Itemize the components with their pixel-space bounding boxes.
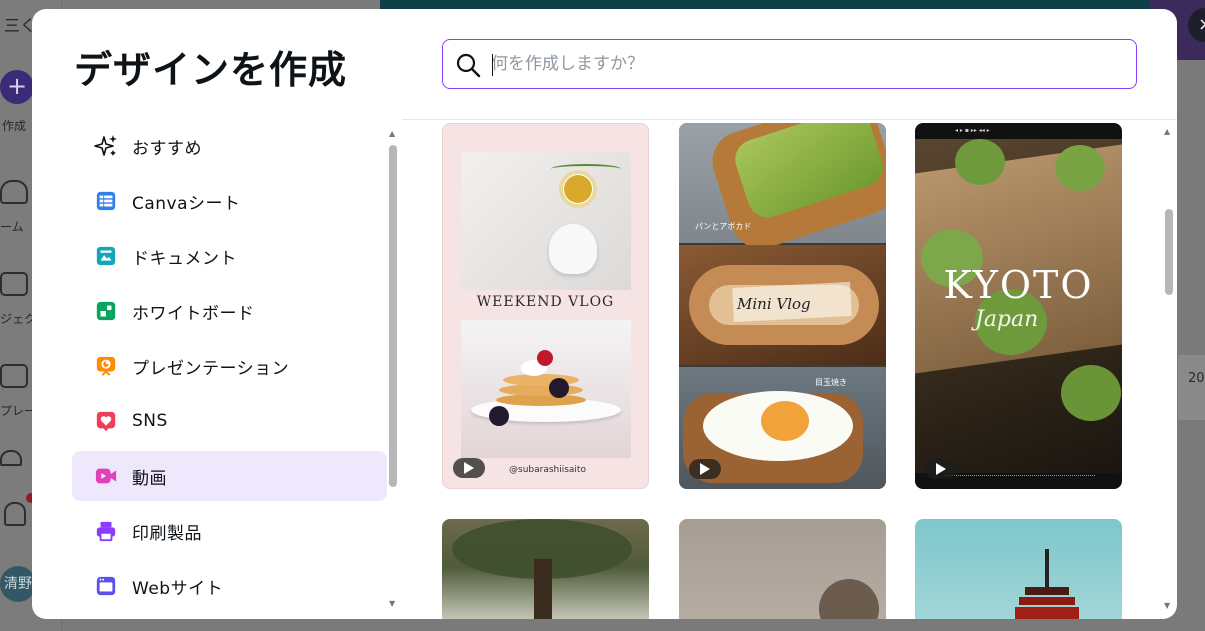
sidebar-item-website[interactable]: Webサイト	[72, 561, 387, 611]
play-icon	[453, 458, 485, 478]
template-icon[interactable]	[0, 364, 28, 388]
print-icon	[94, 519, 118, 543]
sidebar-item-canva-sheets[interactable]: Canvaシート	[72, 176, 387, 226]
sidebar-item-label: ホワイトボード	[132, 303, 255, 324]
home-icon[interactable]	[0, 180, 28, 204]
play-icon	[689, 459, 721, 479]
sidebar-item-label: ドキュメント	[132, 248, 237, 269]
brand-icon[interactable]	[0, 450, 22, 466]
folder-icon[interactable]	[0, 272, 28, 296]
sidebar-item-presentation[interactable]: プレゼンテーション	[72, 341, 387, 391]
background-right-panel: 20	[1178, 355, 1205, 420]
template-image-bread: Mini Vlog	[679, 245, 886, 365]
document-icon	[94, 244, 118, 268]
template-handle: @subarashiisaito	[509, 465, 586, 475]
sidebar-item-print[interactable]: 印刷製品	[72, 506, 387, 556]
create-plus-icon[interactable]: +	[0, 70, 34, 104]
video-icon	[94, 464, 118, 488]
search-input[interactable]	[491, 49, 1111, 79]
create-design-modal: デザインを作成 おすすめ	[32, 9, 1177, 619]
whiteboard-icon	[94, 299, 118, 323]
template-card-pagoda[interactable]	[915, 519, 1122, 619]
text-caret	[492, 54, 493, 76]
website-icon	[94, 574, 118, 598]
sidebar-item-label: おすすめ	[132, 138, 202, 159]
template-title: Mini Vlog	[737, 295, 811, 313]
template-grid: WEEKEND VLOG @subarashiisaito パンとアボカド Mi…	[402, 120, 1162, 619]
template-card-mini-vlog[interactable]: パンとアボカド Mini Vlog 目玉焼き	[679, 123, 886, 489]
sheet-icon	[94, 189, 118, 213]
template-player-bar: ◂ ▸ ▪ ▸▸ ◂◂ ▸	[955, 127, 990, 134]
sidebar-item-sns[interactable]: SNS	[72, 396, 387, 446]
sidebar-item-label: Canvaシート	[132, 193, 241, 214]
play-icon	[925, 459, 957, 479]
sidebar-item-docs[interactable]: ドキュメント	[72, 231, 387, 281]
sparkles-icon	[94, 134, 118, 158]
rail-label-templates: プレー	[0, 404, 37, 418]
sidebar-scroll-up-arrow[interactable]: ▲	[389, 129, 399, 139]
template-card-tree[interactable]	[442, 519, 649, 619]
rail-label-projects: ジェク	[0, 312, 37, 326]
category-sidebar: おすすめ Canvaシート ドキュメント ホワイトボード プレゼンテーション S…	[72, 119, 387, 619]
modal-title: デザインを作成	[74, 48, 348, 92]
template-image-avocado-toast: パンとアボカド	[679, 123, 886, 257]
search-box[interactable]	[442, 39, 1137, 89]
template-card-neutral[interactable]	[679, 519, 886, 619]
rail-label-home: ーム	[0, 220, 24, 234]
template-footer	[945, 475, 1095, 479]
bell-icon[interactable]	[4, 502, 26, 526]
sidebar-item-recommended[interactable]: おすすめ	[72, 121, 387, 171]
template-caption: 目玉焼き	[815, 378, 847, 387]
template-subtitle: Japan	[975, 307, 1039, 332]
template-title: KYOTO	[943, 263, 1094, 307]
template-title: WEEKEND VLOG	[476, 294, 615, 310]
rail-label-create: 作成	[2, 119, 27, 133]
grid-scroll-down-arrow[interactable]: ▼	[1164, 601, 1170, 610]
sidebar-item-label: プレゼンテーション	[132, 358, 290, 379]
search-icon	[456, 53, 481, 78]
presentation-icon	[94, 354, 118, 378]
template-card-kyoto[interactable]: ◂ ▸ ▪ ▸▸ ◂◂ ▸ KYOTO Japan	[915, 123, 1122, 489]
sidebar-item-label: 印刷製品	[132, 523, 202, 544]
sidebar-item-whiteboard[interactable]: ホワイトボード	[72, 286, 387, 336]
template-card-weekend-vlog[interactable]: WEEKEND VLOG @subarashiisaito	[442, 123, 649, 489]
heart-icon	[94, 409, 118, 433]
sidebar-item-label: SNS	[132, 411, 168, 431]
sidebar-scroll-down-arrow[interactable]: ▼	[389, 599, 399, 609]
sidebar-scrollbar[interactable]	[389, 145, 397, 487]
template-caption: パンとアボカド	[695, 222, 752, 231]
sidebar-item-video[interactable]: 動画	[72, 451, 387, 501]
avatar[interactable]: 清野	[0, 566, 36, 602]
template-image-pancakes	[461, 320, 631, 458]
grid-scrollbar[interactable]	[1165, 209, 1173, 295]
sidebar-item-label: Webサイト	[132, 578, 224, 599]
sidebar-item-label: 動画	[132, 468, 167, 489]
template-image-tea	[461, 152, 631, 290]
grid-scroll-up-arrow[interactable]: ▲	[1164, 127, 1170, 136]
